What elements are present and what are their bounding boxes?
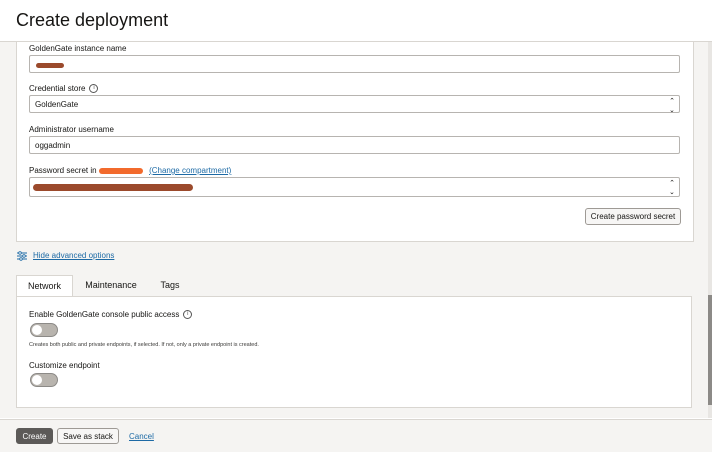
credential-store-select[interactable]: GoldenGate ⌃ ⌃ [29,95,680,113]
dialog-footer: Create Save as stack Cancel [0,419,712,452]
scrollbar-thumb[interactable] [708,295,712,405]
select-chevron-icon: ⌃ ⌃ [669,98,675,112]
form-scroll-area[interactable]: GoldenGate instance name Credential stor… [0,42,708,418]
admin-username-label: Administrator username [29,125,114,134]
instance-name-field[interactable] [29,55,680,73]
change-compartment-link[interactable]: (Change compartment) [149,166,231,175]
credential-store-value: GoldenGate [35,100,79,109]
tab-tags[interactable]: Tags [148,275,192,296]
page-title: Create deployment [16,10,169,30]
advanced-tabs: Network Maintenance Tags [16,275,692,296]
cancel-link[interactable]: Cancel [129,432,154,441]
public-access-toggle[interactable] [30,323,58,337]
redacted-compartment [98,167,143,174]
toggle-knob [32,375,42,385]
dialog-header: Create deployment [0,0,712,42]
tab-maintenance[interactable]: Maintenance [76,275,146,296]
toggle-knob [32,325,42,335]
info-icon[interactable]: i [183,310,193,320]
password-secret-label: Password secret in [29,166,97,175]
select-chevron-icon: ⌃ ⌃ [669,180,675,194]
customize-endpoint-label: Customize endpoint [29,361,100,370]
password-secret-label-row: Password secret in (Change compartment) [29,166,231,175]
create-password-secret-button[interactable]: Create password secret [585,208,681,225]
instance-name-label: GoldenGate instance name [29,44,127,53]
public-access-label: Enable GoldenGate console public access [29,310,180,319]
public-access-label-row: Enable GoldenGate console public access i [29,310,193,320]
redacted-password-secret [33,184,193,191]
admin-username-value: oggadmin [35,141,71,150]
admin-username-field[interactable]: oggadmin [29,136,680,154]
deployment-details-card: GoldenGate instance name Credential stor… [16,42,694,242]
network-tab-panel: Enable GoldenGate console public access i… [16,296,692,408]
save-as-stack-button[interactable]: Save as stack [57,428,119,444]
info-icon[interactable]: i [89,84,99,94]
public-access-help-text: Creates both public and private endpoint… [29,342,259,348]
customize-endpoint-toggle[interactable] [30,373,58,387]
sliders-icon [17,251,27,261]
password-secret-select[interactable]: ⌃ ⌃ [29,177,680,197]
credential-store-label: Credential store i [29,84,99,94]
redacted-instance-name [36,63,64,68]
tab-network[interactable]: Network [16,275,73,296]
create-button[interactable]: Create [16,428,53,444]
hide-advanced-options-link[interactable]: Hide advanced options [33,251,114,260]
